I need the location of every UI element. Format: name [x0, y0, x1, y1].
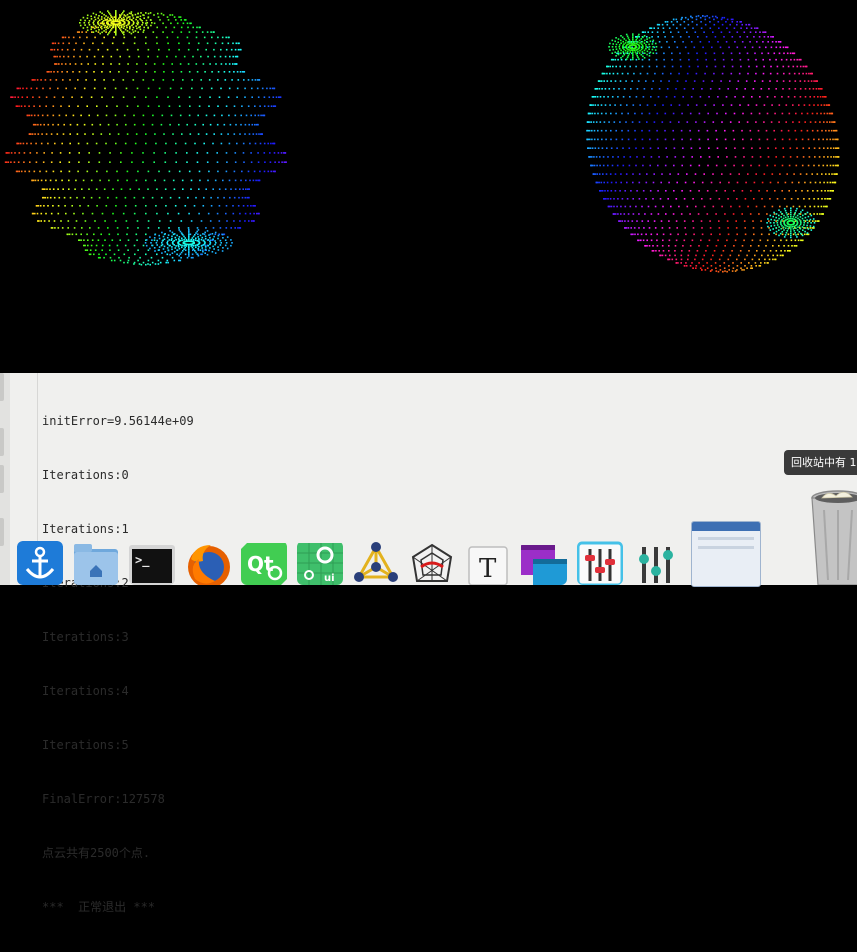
firefox-icon[interactable] — [185, 541, 231, 585]
application-dock: >_ Qt ui T — [0, 537, 857, 585]
svg-text:>_: >_ — [135, 553, 150, 568]
terminal-line: initError=9.56144e+09 — [42, 414, 194, 428]
mixer-sliders-icon[interactable] — [577, 541, 623, 585]
qt-designer-icon[interactable]: ui — [297, 541, 343, 585]
network-graph-icon[interactable] — [353, 541, 399, 585]
gutter-tab — [0, 373, 4, 401]
terminal-line: FinalError:127578 — [42, 792, 165, 806]
terminal-line: Iterations:3 — [42, 630, 129, 644]
terminal-line: Iterations:5 — [42, 738, 129, 752]
terminal-line: Iterations:0 — [42, 468, 129, 482]
point-cloud-viewer[interactable] — [0, 0, 857, 376]
terminal-line: Iterations:1 — [42, 522, 129, 536]
svg-text:ui: ui — [324, 573, 335, 584]
anchor-app-icon[interactable] — [17, 541, 63, 585]
terminal-icon[interactable]: >_ — [129, 541, 175, 585]
window-switcher-icon[interactable] — [521, 541, 567, 585]
home-folder-icon[interactable] — [73, 541, 119, 585]
text-editor-icon[interactable]: T — [465, 541, 511, 585]
gutter-tab — [0, 465, 4, 493]
svg-text:T: T — [479, 554, 497, 584]
trash-notification-toast: 回收站中有 1 — [784, 450, 857, 475]
terminal-line: 点云共有2500个点. — [42, 846, 151, 860]
equalizer-icon[interactable] — [633, 541, 679, 585]
preview-titlebar — [692, 522, 760, 531]
terminal-line: Iterations:4 — [42, 684, 129, 698]
gutter-tab — [0, 428, 4, 456]
qt-creator-icon[interactable]: Qt — [241, 541, 287, 585]
terminal-line: *** 正常退出 *** — [42, 900, 156, 914]
point-cloud-canvas — [4, 10, 840, 273]
terminal-text: initError=9.56144e+09 Iterations:0 Itera… — [42, 376, 194, 952]
spider-web-icon[interactable] — [409, 541, 455, 585]
